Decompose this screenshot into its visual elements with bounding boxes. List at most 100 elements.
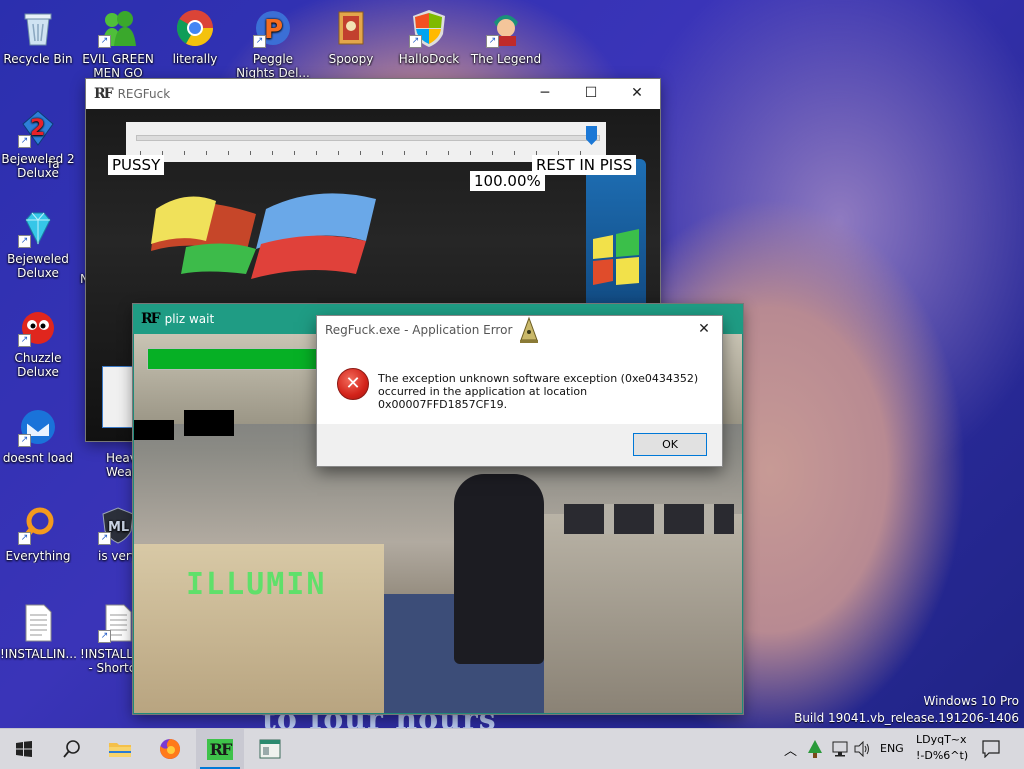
desktop-icon-literally[interactable]: literally [157, 8, 233, 66]
file-explorer-button[interactable] [96, 729, 144, 769]
slider-track[interactable] [136, 135, 600, 141]
desktop-icon-hallodock[interactable]: ↗ HalloDock [391, 8, 467, 66]
small-windows-flag [593, 229, 639, 285]
desktop-icon-label: Recycle Bin [3, 52, 73, 66]
green-men-icon: ↗ [98, 8, 138, 48]
laptop-row [564, 504, 734, 534]
clock-line2[interactable]: !-D%6^t) [916, 749, 968, 762]
thunderbird-icon: ↗ [18, 407, 58, 447]
language-indicator[interactable]: ENG [880, 742, 904, 755]
desktop-icon-label: Peggle Nights Del... [236, 52, 310, 80]
windows-start-icon [16, 741, 32, 757]
window-title: pliz wait [164, 312, 215, 326]
svg-text:P: P [264, 15, 283, 45]
rf-logo-icon: RF [206, 738, 234, 760]
application-error-dialog[interactable]: RegFuck.exe - Application Error ✕ ✕ The … [317, 316, 722, 466]
desktop-icon-doesnt-load[interactable]: ↗ doesnt load [0, 407, 76, 465]
desktop-icon-label: The Legend [470, 52, 542, 66]
error-footer: OK [317, 424, 722, 466]
shortcut-arrow-icon: ↗ [253, 35, 266, 48]
folder-icon [109, 743, 131, 757]
chrome-icon [175, 8, 215, 48]
slider-value-label: 100.00% [470, 171, 545, 191]
slider-ticks [140, 151, 592, 155]
close-button[interactable]: ✕ [614, 79, 660, 109]
desktop-icon-label: literally [172, 52, 218, 66]
bell-icon [520, 316, 538, 343]
app-window-button[interactable] [246, 729, 294, 769]
minimize-button[interactable]: ─ [522, 79, 568, 109]
desktop-icon-label: Everything [5, 549, 71, 563]
chuzzle-icon: ↗ [18, 307, 58, 347]
search-button[interactable] [48, 729, 96, 769]
shortcut-arrow-icon: ↗ [486, 35, 499, 48]
shortcut-arrow-icon: ↗ [98, 35, 111, 48]
regfuck-titlebar[interactable]: RF REGFuck ─ ☐ ✕ [86, 79, 660, 109]
desktop-icon-everything[interactable]: ↗ Everything [0, 505, 76, 563]
shortcut-arrow-icon: ↗ [409, 35, 422, 48]
bejeweled-gem-icon: ↗ [18, 208, 58, 248]
firefox-button[interactable] [146, 729, 194, 769]
text-file-icon [18, 603, 58, 643]
watermark-edition: Windows 10 Pro [923, 694, 1019, 708]
error-titlebar[interactable]: RegFuck.exe - Application Error ✕ [317, 316, 722, 344]
censor-bar [134, 420, 174, 440]
legend-character-icon: ↗ [486, 8, 526, 48]
desktop-icon-chuzzle[interactable]: ↗ Chuzzle Deluxe [0, 307, 76, 379]
desktop-icon-label: Bejeweled Deluxe [7, 252, 69, 280]
window-title: REGFuck [117, 87, 171, 101]
shortcut-arrow-icon: ↗ [18, 135, 31, 148]
rf-logo-icon: RF [141, 311, 161, 327]
svg-text:2: 2 [30, 116, 45, 141]
error-icon: ✕ [337, 368, 369, 400]
taskbar: RF ︿ ENG LDyqT~x !-D%6^t) [0, 728, 1024, 769]
shortcut-arrow-icon: ↗ [18, 334, 31, 347]
shortcut-arrow-icon: ↗ [18, 235, 31, 248]
desktop-icon-label: Spoopy [328, 52, 374, 66]
shortcut-arrow-icon: ↗ [98, 630, 111, 643]
application-window-icon [259, 739, 281, 759]
shortcut-arrow-icon: ↗ [98, 532, 111, 545]
shortcut-arrow-icon: ↗ [18, 532, 31, 545]
desktop-icon-bejeweled[interactable]: ↗ Bejeweled Deluxe [0, 208, 76, 280]
desktop-icon-label: doesnt load [2, 451, 74, 465]
desktop-icon-evil-green-men[interactable]: ↗ EVIL GREEN MEN GO [80, 8, 156, 80]
windows-shield-icon: ↗ [409, 8, 449, 48]
dialog-title: RegFuck.exe - Application Error [325, 323, 513, 337]
partial-label-fa: fa [48, 157, 88, 171]
recycle-bin-icon [18, 8, 58, 48]
everything-search-icon: ↗ [18, 505, 58, 545]
network-icon[interactable] [832, 741, 850, 757]
svg-text:ML: ML [108, 520, 129, 535]
desktop-icon-the-legend[interactable]: ↗ The Legend [468, 8, 544, 66]
shortcut-arrow-icon: ↗ [18, 434, 31, 447]
clock-line1[interactable]: LDyqT~x [916, 733, 967, 746]
desktop-icon-label: EVIL GREEN MEN GO [82, 52, 154, 80]
search-icon [63, 740, 80, 758]
firefox-icon [160, 738, 181, 759]
ml-shield-icon: ML ↗ [98, 505, 138, 545]
windows-logo-background [151, 193, 376, 279]
regfuck-taskbar-button[interactable]: RF [196, 729, 244, 769]
desktop-icon-peggle-nights[interactable]: P ↗ Peggle Nights Del... [235, 8, 311, 80]
maximize-button[interactable]: ☐ [568, 79, 614, 109]
person-figure [454, 474, 544, 664]
error-body: ✕ The exception unknown software excepti… [317, 344, 722, 424]
text-file-shortcut-icon: ↗ [98, 603, 138, 643]
desktop-icon-installing-1[interactable]: !INSTALLIN... [0, 603, 76, 661]
bejeweled-2-icon: 2 ↗ [18, 108, 58, 148]
error-message-line: occurred in the application at location … [378, 385, 588, 411]
side-control[interactable] [102, 366, 134, 428]
display-counter-right [534, 514, 742, 713]
slider-thumb[interactable] [586, 126, 597, 145]
close-button[interactable]: ✕ [687, 316, 721, 346]
start-button[interactable] [0, 729, 48, 769]
ok-button[interactable]: OK [633, 433, 707, 456]
desktop-icon-spoopy[interactable]: Spoopy [313, 8, 389, 66]
tree-tray-icon[interactable] [806, 739, 824, 759]
show-hidden-icons-button[interactable]: ︿ [784, 740, 797, 759]
error-message-line: The exception unknown software exception… [378, 372, 699, 385]
volume-icon[interactable] [854, 741, 872, 757]
desktop-icon-recycle-bin[interactable]: Recycle Bin [0, 8, 76, 66]
notifications-icon[interactable] [982, 740, 1000, 758]
